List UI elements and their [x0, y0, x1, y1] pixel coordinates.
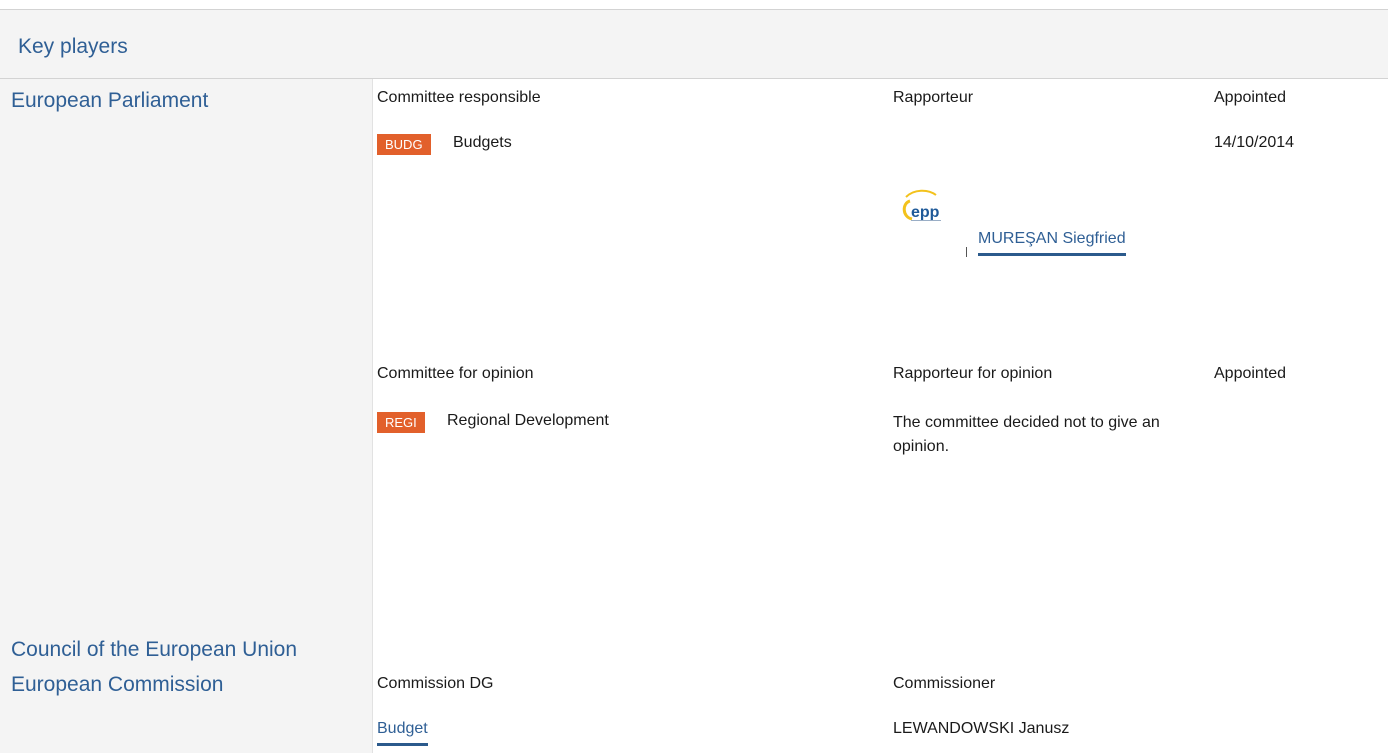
- commission-dg-header: Commission DG: [377, 675, 494, 692]
- rapporteur-opinion-header: Rapporteur for opinion: [893, 365, 1053, 382]
- column-divider: [372, 79, 373, 753]
- appointed-header: Appointed: [1214, 89, 1287, 106]
- commissioner-header: Commissioner: [893, 675, 996, 692]
- institution-european-parliament: European Parliament: [11, 89, 209, 112]
- institution-council: Council of the European Union: [11, 638, 298, 661]
- rapporteur-link-muresan[interactable]: MUREŞAN Siegfried: [978, 230, 1126, 256]
- commission-dg-link-budget[interactable]: Budget: [377, 720, 428, 746]
- epp-logo: epp: [898, 187, 968, 257]
- commissioner-name: LEWANDOWSKI Janusz: [893, 720, 1070, 737]
- appointed-opinion-header: Appointed: [1214, 365, 1287, 382]
- committee-name-regional-development: Regional Development: [447, 412, 609, 429]
- committee-responsible-header: Committee responsible: [377, 89, 541, 106]
- institution-european-commission: European Commission: [11, 673, 224, 696]
- epp-logo-text: epp: [911, 204, 940, 221]
- rapporteur-header: Rapporteur: [893, 89, 974, 106]
- committee-badge-budg: BUDG: [377, 134, 431, 155]
- committee-badge-regi: REGI: [377, 412, 425, 433]
- committee-opinion-header: Committee for opinion: [377, 365, 534, 382]
- opinion-note: The committee decided not to give an opi…: [893, 414, 1160, 455]
- appointed-date: 14/10/2014: [1214, 134, 1295, 151]
- section-header: Key players: [0, 10, 1388, 79]
- section-title: Key players: [18, 35, 128, 58]
- committee-name-budgets: Budgets: [453, 134, 512, 151]
